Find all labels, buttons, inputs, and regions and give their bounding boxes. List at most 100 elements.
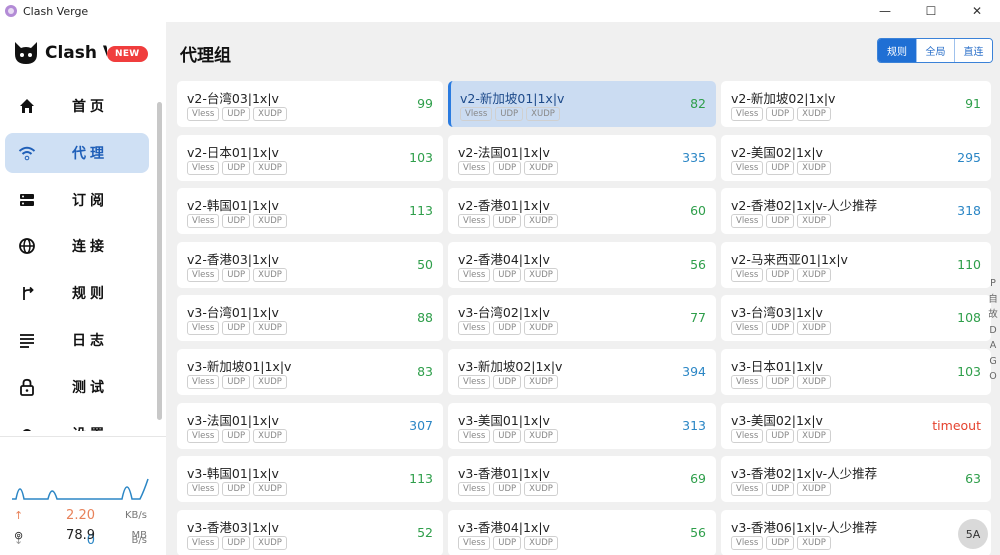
- proxy-delay[interactable]: 83: [417, 364, 433, 379]
- index-letter[interactable]: 故: [988, 307, 998, 323]
- nav-item-home[interactable]: 首页: [5, 86, 149, 126]
- maximize-button[interactable]: ☐: [908, 0, 954, 22]
- nav-item-proxy[interactable]: 代理: [5, 132, 149, 173]
- proxy-delay[interactable]: 52: [417, 525, 433, 540]
- proxy-card[interactable]: v2-韩国01|1x|v Vless UDP XUDP 113: [177, 188, 443, 235]
- nav-menu: 首页 代理 订阅 连接 规则 日志 测试: [5, 86, 149, 431]
- proxy-card[interactable]: v2-法国01|1x|v Vless UDP XUDP 335: [448, 134, 716, 181]
- proxy-tag: Vless: [731, 374, 764, 389]
- proxy-tag: Vless: [731, 160, 764, 175]
- proxy-card[interactable]: v3-新加坡02|1x|v Vless UDP XUDP 394: [448, 348, 716, 395]
- sidebar-scrollbar[interactable]: [157, 102, 162, 420]
- proxy-card[interactable]: v2-香港04|1x|v Vless UDP XUDP 56: [448, 241, 716, 288]
- proxy-name: v2-新加坡01|1x|v: [460, 91, 565, 106]
- proxy-delay[interactable]: 335: [682, 150, 706, 165]
- proxy-card[interactable]: v2-香港02|1x|v-人少推荐 Vless UDP XUDP 318: [721, 188, 991, 235]
- proxy-tag: UDP: [222, 428, 251, 443]
- nav-item-connections[interactable]: 连接: [5, 226, 149, 266]
- proxy-card[interactable]: v3-台湾01|1x|v Vless UDP XUDP 88: [177, 295, 443, 342]
- proxy-card[interactable]: v3-台湾02|1x|v Vless UDP XUDP 77: [448, 295, 716, 342]
- proxy-tags: Vless UDP XUDP: [458, 482, 558, 497]
- proxy-tag: UDP: [495, 107, 524, 121]
- proxy-card[interactable]: v3-香港01|1x|v Vless UDP XUDP 69: [448, 456, 716, 503]
- proxy-delay[interactable]: 99: [417, 96, 433, 111]
- proxy-delay[interactable]: 60: [690, 203, 706, 218]
- proxy-tag: XUDP: [253, 267, 287, 282]
- proxy-tag: XUDP: [797, 482, 831, 497]
- proxy-delay[interactable]: 307: [409, 418, 433, 433]
- proxy-tag: Vless: [187, 374, 220, 389]
- proxy-card[interactable]: v2-香港03|1x|v Vless UDP XUDP 50: [177, 241, 443, 288]
- proxy-card[interactable]: v3-香港02|1x|v-人少推荐 Vless UDP XUDP 63: [721, 456, 991, 503]
- mode-rule-button[interactable]: 规则: [878, 39, 916, 62]
- proxy-grid: v2-台湾03|1x|v Vless UDP XUDP 99 v2-新加坡01|1x|v V…: [177, 81, 997, 555]
- proxy-delay[interactable]: 56: [690, 525, 706, 540]
- proxy-card[interactable]: v2-美国02|1x|v Vless UDP XUDP 295: [721, 134, 991, 181]
- proxy-delay[interactable]: 113: [409, 471, 433, 486]
- proxy-delay[interactable]: 82: [690, 96, 706, 111]
- index-letter[interactable]: O: [989, 369, 996, 385]
- proxy-tag: UDP: [766, 214, 795, 229]
- new-badge[interactable]: NEW: [107, 46, 148, 62]
- proxy-delay[interactable]: 318: [957, 203, 981, 218]
- proxy-card[interactable]: v3-新加坡01|1x|v Vless UDP XUDP 83: [177, 348, 443, 395]
- minimize-button[interactable]: —: [862, 0, 908, 22]
- proxy-delay[interactable]: timeout: [932, 418, 981, 433]
- proxy-card[interactable]: v3-美国02|1x|v Vless UDP XUDP timeout: [721, 402, 991, 449]
- proxy-delay[interactable]: 103: [957, 364, 981, 379]
- proxy-name: v2-香港01|1x|v: [458, 198, 550, 214]
- proxy-card[interactable]: v3-日本01|1x|v Vless UDP XUDP 103: [721, 348, 991, 395]
- proxy-tag: Vless: [731, 321, 764, 336]
- index-letter[interactable]: P: [990, 276, 996, 292]
- proxy-delay[interactable]: 394: [682, 364, 706, 379]
- proxy-card[interactable]: v3-台湾03|1x|v Vless UDP XUDP 108: [721, 295, 991, 342]
- proxy-card[interactable]: v2-台湾03|1x|v Vless UDP XUDP 99: [177, 81, 443, 127]
- proxy-delay[interactable]: 110: [957, 257, 981, 272]
- index-letter[interactable]: A: [990, 338, 997, 354]
- proxy-delay[interactable]: 63: [965, 471, 981, 486]
- nav-item-settings[interactable]: 设置: [5, 414, 149, 431]
- proxy-card[interactable]: v3-香港06|1x|v-人少推荐VlessUDPXUDP54: [721, 509, 991, 555]
- proxy-delay[interactable]: 103: [409, 150, 433, 165]
- index-letter[interactable]: G: [989, 354, 996, 370]
- proxy-delay[interactable]: 88: [417, 310, 433, 325]
- nav-item-logs[interactable]: 日志: [5, 320, 149, 360]
- proxy-delay[interactable]: 113: [409, 203, 433, 218]
- mode-global-button[interactable]: 全局: [916, 39, 954, 62]
- proxy-card[interactable]: v3-香港03|1x|v Vless UDP XUDP 52: [177, 509, 443, 555]
- close-button[interactable]: ✕: [954, 0, 1000, 22]
- proxy-card[interactable]: v3-香港04|1x|v Vless UDP XUDP 56: [448, 509, 716, 555]
- memory-usage: 78.9: [66, 528, 95, 543]
- proxy-name: v3-韩国01|1x|v: [187, 466, 279, 482]
- mode-direct-button[interactable]: 直连: [954, 39, 992, 62]
- proxy-delay[interactable]: 50: [417, 257, 433, 272]
- proxy-card[interactable]: v2-新加坡01|1x|v Vless UDP XUDP 82: [448, 81, 716, 127]
- proxy-card[interactable]: v2-日本01|1x|v Vless UDP XUDP 103: [177, 134, 443, 181]
- proxy-card[interactable]: v3-美国01|1x|v Vless UDP XUDP 313: [448, 402, 716, 449]
- proxy-delay[interactable]: 56: [690, 257, 706, 272]
- proxy-name: v2-香港03|1x|v: [187, 251, 279, 267]
- proxy-tag: Vless: [458, 214, 491, 229]
- proxy-card[interactable]: v2-新加坡02|1x|v Vless UDP XUDP 91: [721, 81, 991, 127]
- proxy-delay[interactable]: 69: [690, 471, 706, 486]
- nav-item-subscription[interactable]: 订阅: [5, 180, 149, 220]
- proxy-tag: Vless: [458, 321, 491, 336]
- proxy-delay[interactable]: 91: [965, 96, 981, 111]
- proxy-card[interactable]: v3-法国01|1x|v Vless UDP XUDP 307: [177, 402, 443, 449]
- proxy-delay[interactable]: 108: [957, 310, 981, 325]
- proxy-card[interactable]: v3-韩国01|1x|v Vless UDP XUDP 113: [177, 456, 443, 503]
- index-letter[interactable]: 自: [988, 292, 998, 308]
- nav-item-test[interactable]: 测试: [5, 367, 149, 407]
- proxy-name: v3-香港03|1x|v: [187, 519, 279, 535]
- app-logo-icon: [5, 5, 17, 17]
- proxy-tag: UDP: [222, 267, 251, 282]
- proxy-name: v2-台湾03|1x|v: [187, 91, 279, 106]
- proxy-delay[interactable]: 295: [957, 150, 981, 165]
- nav-item-rules[interactable]: 规则: [5, 273, 149, 313]
- proxy-delay[interactable]: 77: [690, 310, 706, 325]
- proxy-delay[interactable]: 313: [682, 418, 706, 433]
- index-letter[interactable]: D: [989, 323, 996, 339]
- scroll-top-button[interactable]: 5A: [958, 519, 988, 549]
- proxy-card[interactable]: v2-香港01|1x|v Vless UDP XUDP 60: [448, 188, 716, 235]
- proxy-card[interactable]: v2-马来西亚01|1x|v Vless UDP XUDP 110: [721, 241, 991, 288]
